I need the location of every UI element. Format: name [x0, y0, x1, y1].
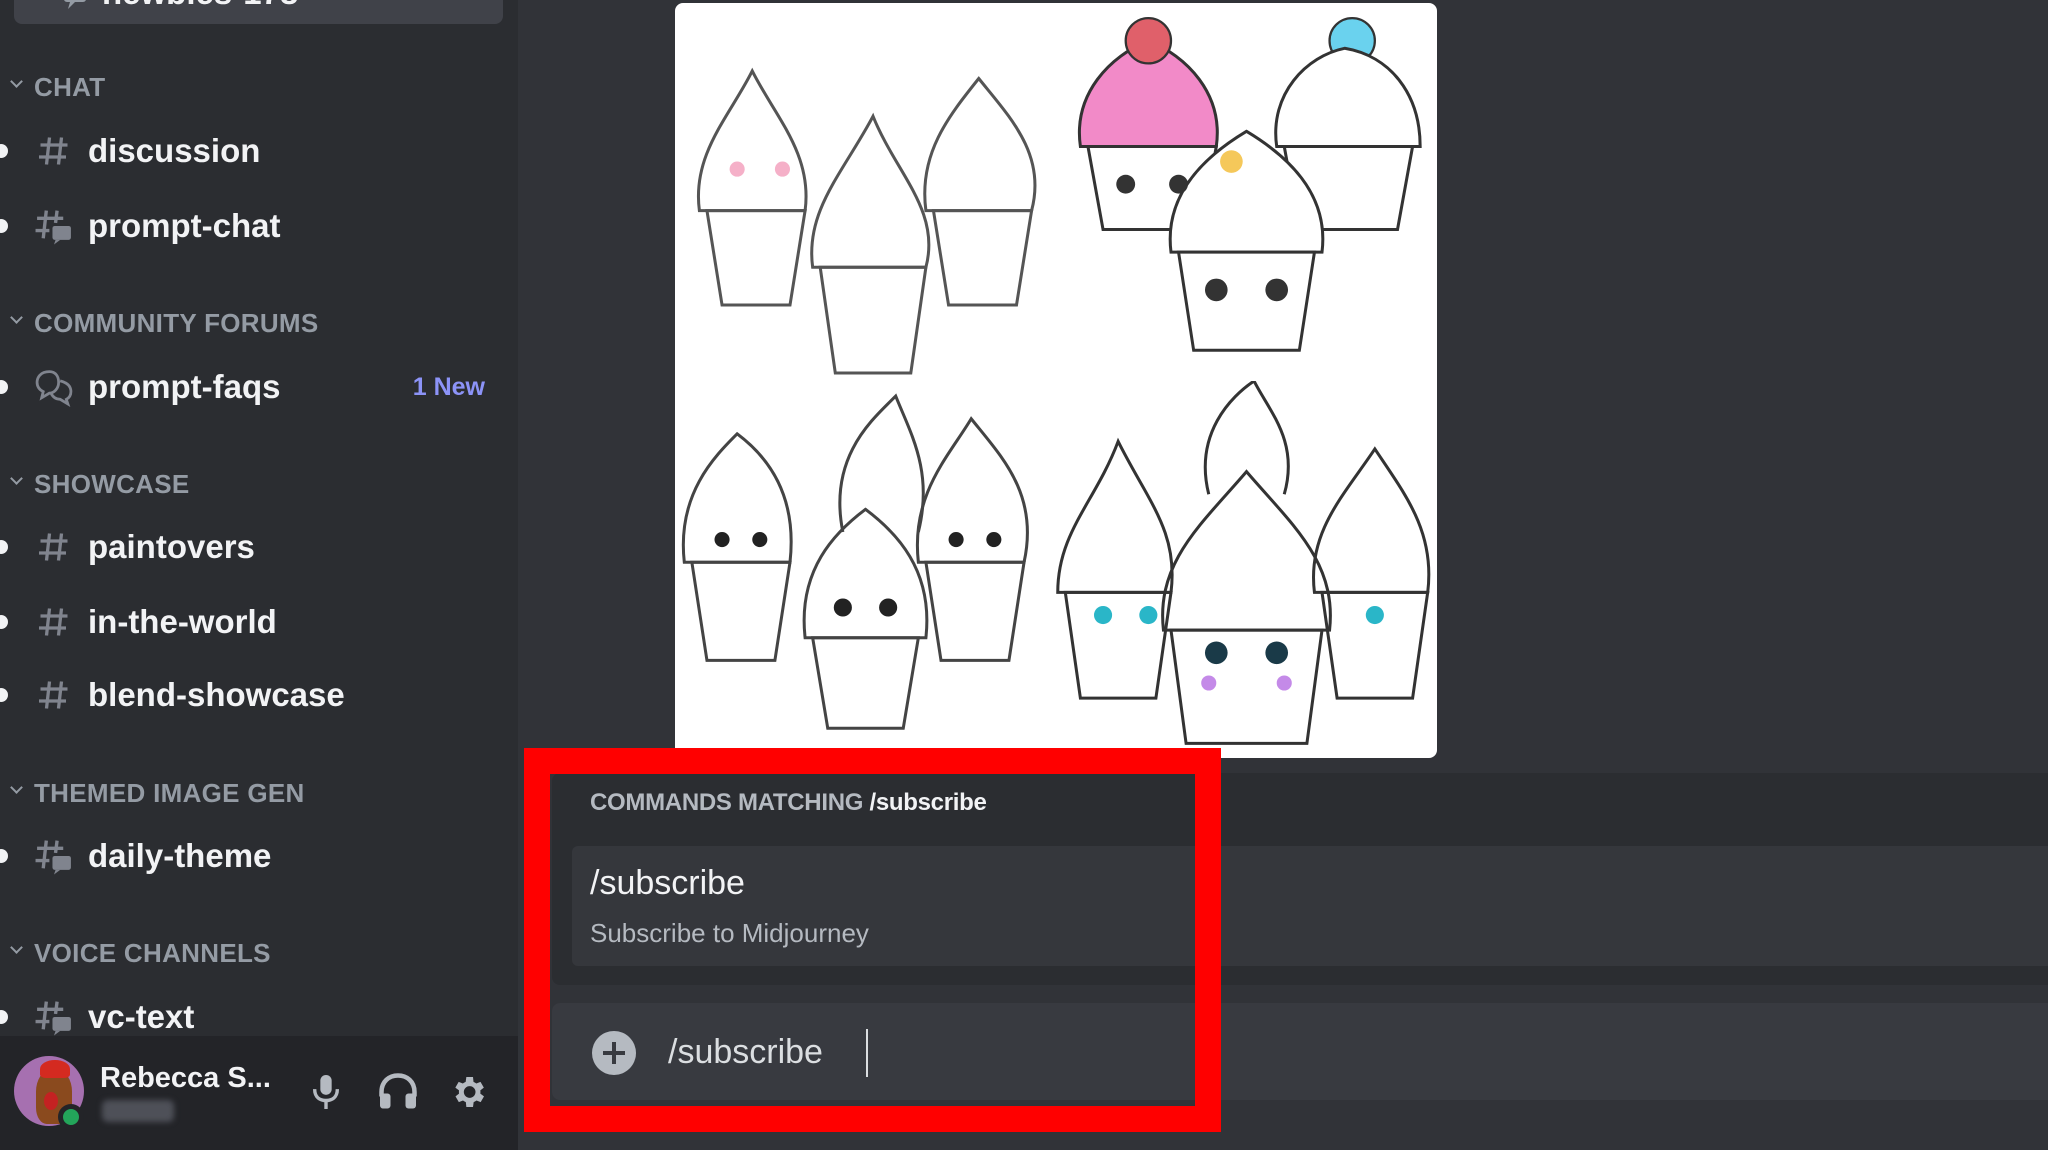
category-label: SHOWCASE [34, 468, 190, 499]
thread-hash-icon [34, 997, 74, 1037]
chevron-down-icon [10, 474, 24, 488]
message-input[interactable] [668, 1021, 1968, 1083]
image-grid-cell-3[interactable] [675, 381, 1056, 759]
category-label: CHAT [34, 71, 106, 102]
channel-blend-showcase[interactable]: blend-showcase [0, 667, 505, 723]
autocomplete-header: COMMANDS MATCHING /subscribe [590, 789, 987, 817]
unread-indicator [0, 380, 8, 394]
new-posts-badge: 1 New [412, 372, 485, 401]
category-label: THEMED IMAGE GEN [34, 777, 305, 808]
unread-indicator [0, 219, 8, 233]
channel-name: discussion [88, 132, 261, 169]
channel-daily-theme[interactable]: daily-theme [0, 828, 505, 884]
user-panel: Rebecca S... [0, 1036, 518, 1150]
settings-gear-icon [455, 1077, 484, 1107]
thread-hash-icon [34, 836, 74, 876]
autocomplete-query: /subscribe [869, 789, 987, 816]
hash-icon [34, 527, 74, 567]
unread-indicator [0, 849, 8, 863]
channel-prompt-chat[interactable]: prompt-chat [0, 198, 505, 254]
command-description: Subscribe to Midjourney [590, 918, 869, 948]
online-status-icon [58, 1104, 84, 1130]
message-composer [552, 1003, 2048, 1100]
autocomplete-header-label: COMMANDS MATCHING [590, 789, 864, 816]
thread-hash-icon [34, 206, 74, 246]
user-tag-blurred [102, 1100, 174, 1122]
unread-indicator [0, 688, 8, 702]
discord-app: newbies-178 CHAT discussion prompt-chat … [0, 0, 2048, 1150]
username[interactable]: Rebecca S... [100, 1062, 271, 1095]
channel-name: blend-showcase [88, 676, 345, 713]
category-themed-image-gen[interactable]: THEMED IMAGE GEN [6, 776, 305, 810]
channel-in-the-world[interactable]: in-the-world [0, 594, 505, 650]
command-autocomplete: COMMANDS MATCHING /subscribe /subscribe … [552, 773, 2048, 985]
cupcake-illustration [1056, 378, 1431, 745]
microphone-icon [312, 1075, 340, 1109]
image-grid-cell-1[interactable] [675, 3, 1056, 381]
image-grid-cell-2[interactable] [1056, 3, 1437, 381]
category-showcase[interactable]: SHOWCASE [6, 467, 190, 501]
chat-area: COMMANDS MATCHING /subscribe /subscribe … [518, 0, 2048, 1150]
hash-icon [34, 675, 74, 715]
chevron-down-icon [10, 943, 24, 957]
hash-icon [34, 602, 74, 642]
headphones-icon [379, 1073, 417, 1109]
channel-paintovers[interactable]: paintovers [0, 519, 505, 575]
microphone-button[interactable] [304, 1070, 348, 1114]
category-chat[interactable]: CHAT [6, 70, 105, 104]
chevron-down-icon [10, 783, 24, 797]
category-label: COMMUNITY FORUMS [34, 307, 319, 338]
channel-name: prompt-faqs [88, 368, 281, 405]
rooster-wattle [44, 1092, 58, 1110]
channel-name: daily-theme [88, 837, 272, 874]
channel-name: in-the-world [88, 603, 277, 640]
forum-icon [34, 367, 74, 407]
hash-icon [34, 131, 74, 171]
chevron-down-icon [10, 313, 24, 327]
rooster-comb [40, 1060, 70, 1078]
unread-indicator [0, 144, 8, 158]
channel-name: newbies-178 [102, 0, 298, 12]
cupcake-illustration [696, 67, 1037, 375]
channel-sidebar: newbies-178 CHAT discussion prompt-chat … [0, 0, 518, 1150]
channel-name: vc-text [88, 998, 195, 1035]
command-option-subscribe[interactable]: /subscribe Subscribe to Midjourney [572, 846, 2048, 966]
channel-name: prompt-chat [88, 207, 281, 244]
category-voice-channels[interactable]: VOICE CHANNELS [6, 936, 271, 970]
plus-circle-icon[interactable] [592, 1031, 636, 1075]
user-settings-button[interactable] [446, 1070, 490, 1114]
image-attachment[interactable] [675, 3, 1437, 758]
category-label: VOICE CHANNELS [34, 937, 271, 968]
channel-name: paintovers [88, 528, 255, 565]
deafen-button[interactable] [376, 1070, 420, 1114]
category-community-forums[interactable]: COMMUNITY FORUMS [6, 306, 319, 340]
command-name: /subscribe [590, 864, 745, 902]
cupcake-illustration [681, 392, 1029, 730]
cupcake-illustration [1077, 16, 1422, 352]
unread-indicator [0, 1010, 8, 1024]
channel-item-selected[interactable]: newbies-178 [14, 0, 503, 24]
channel-prompt-faqs[interactable]: prompt-faqs 1 New [0, 359, 505, 415]
unread-indicator [0, 540, 8, 554]
forum-hash-icon [54, 0, 90, 17]
unread-indicator [0, 615, 8, 629]
channel-discussion[interactable]: discussion [0, 123, 505, 179]
image-grid-cell-4[interactable] [1056, 378, 1437, 759]
chevron-down-icon [10, 77, 24, 91]
text-caret [866, 1029, 868, 1077]
